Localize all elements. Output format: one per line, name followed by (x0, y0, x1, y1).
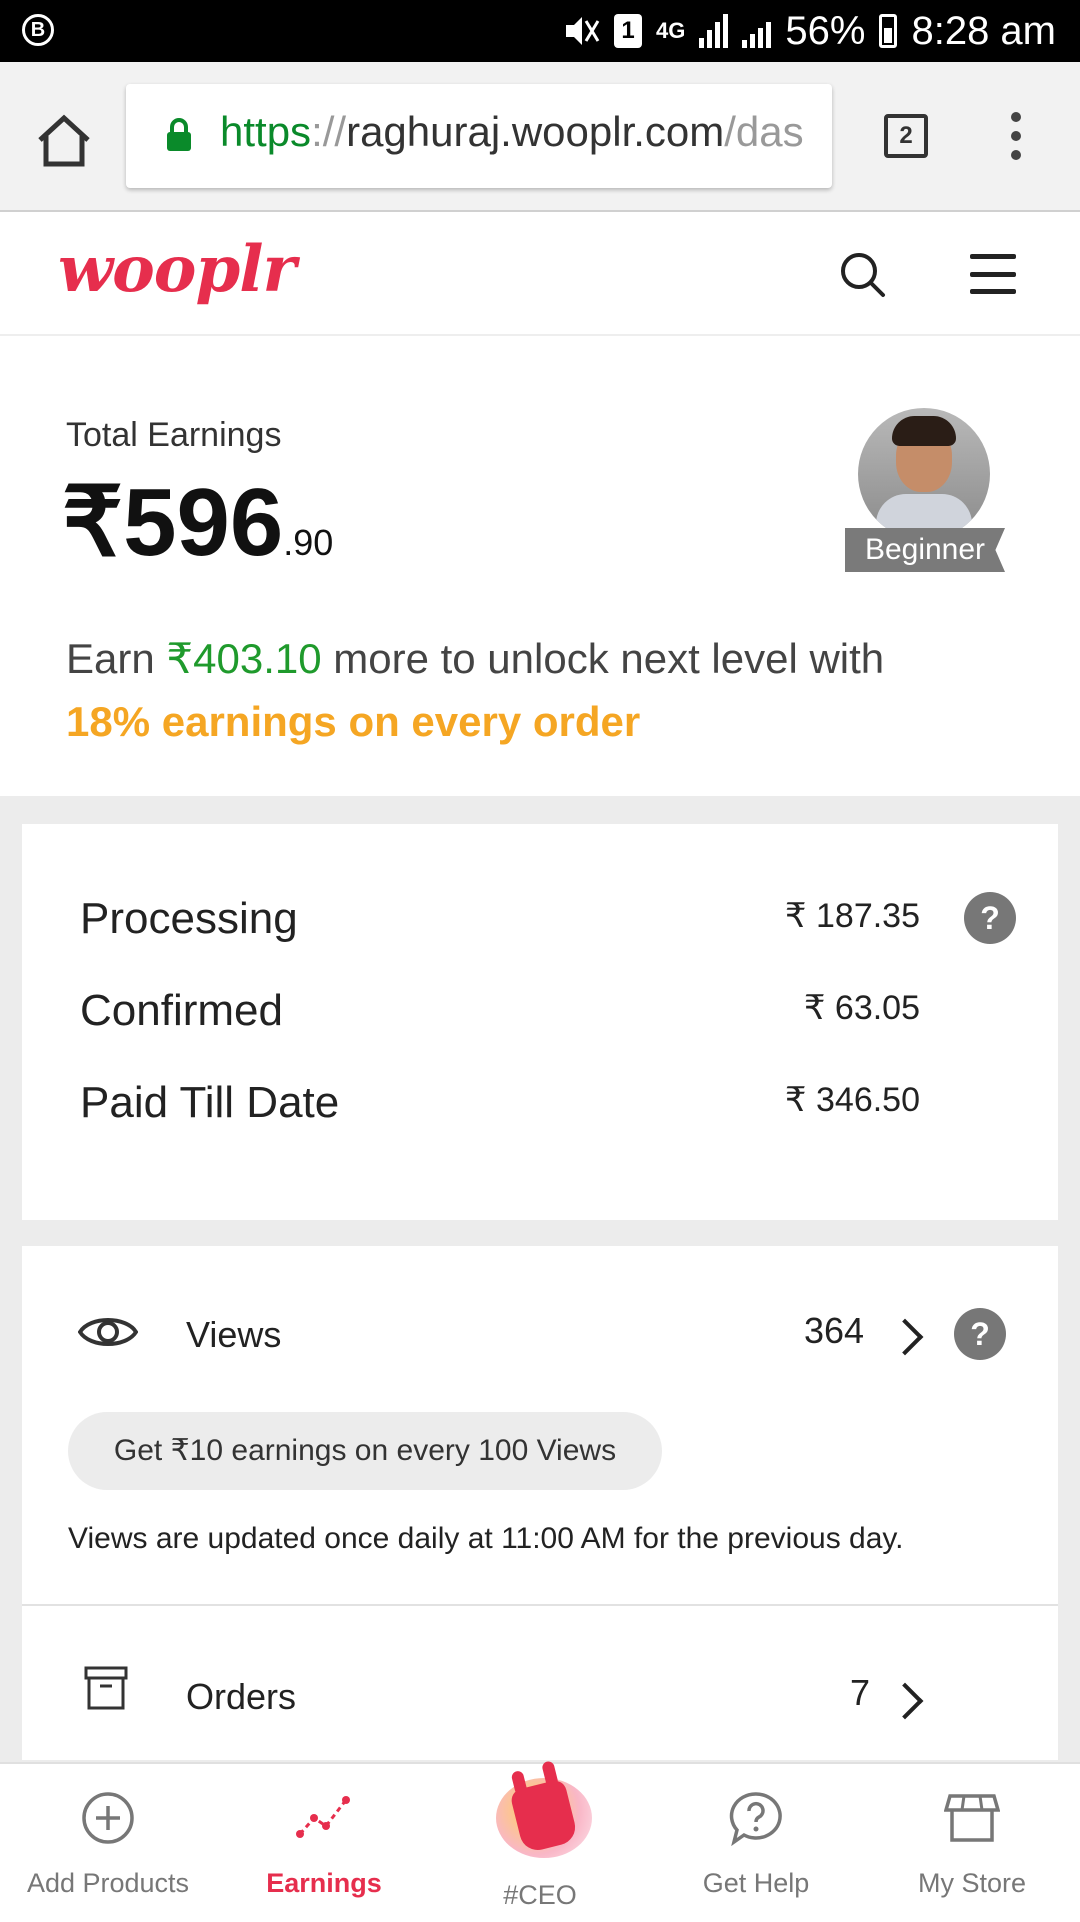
bottom-navigation: Add Products Earnings #CEO Get Help My S… (0, 1762, 1080, 1922)
orders-card[interactable]: Orders 7 (22, 1606, 1058, 1760)
overflow-menu-icon[interactable] (1010, 112, 1022, 160)
unlock-message: Earn ₹403.10 more to unlock next level w… (66, 635, 885, 682)
battery-icon (879, 14, 898, 48)
address-bar[interactable]: https://raghuraj.wooplr.com/das (126, 84, 832, 188)
views-promo-pill: Get ₹10 earnings on every 100 Views (68, 1412, 662, 1490)
notification-b-icon: B (22, 14, 54, 46)
nav-get-help-label: Get Help (702, 1868, 810, 1898)
unlock-benefit: 18% earnings on every order (66, 698, 641, 745)
nav-earnings-label: Earnings (266, 1868, 382, 1898)
nav-earnings[interactable]: Earnings (216, 1764, 432, 1922)
orders-chevron-right-icon[interactable] (886, 1682, 924, 1720)
trend-line-icon (296, 1796, 350, 1838)
nav-ceo-label: #CEO (503, 1880, 577, 1910)
wooplr-logo[interactable]: wooplr (58, 232, 296, 307)
views-label: Views (186, 1314, 282, 1355)
earnings-status-card: Processing ₹ 187.35 ? Confirmed ₹ 63.05 … (22, 824, 1058, 1220)
tab-switcher-button[interactable]: 2 (884, 114, 928, 158)
eye-icon (78, 1318, 138, 1346)
browser-toolbar: https://raghuraj.wooplr.com/das 2 (0, 62, 1080, 212)
status-icons: 1 4G 56% 8:28 am (560, 8, 1056, 54)
paid-till-date-label: Paid Till Date (80, 1078, 340, 1127)
signal-icon (699, 14, 729, 48)
plus-circle-icon (82, 1792, 134, 1844)
status-bar: B 1 4G 56% 8:28 am (0, 0, 1080, 62)
processing-help-icon[interactable]: ? (964, 892, 1016, 944)
nav-my-store[interactable]: My Store (864, 1764, 1080, 1922)
nav-my-store-label: My Store (917, 1868, 1027, 1898)
search-icon[interactable] (838, 250, 886, 298)
views-chevron-right-icon[interactable] (886, 1318, 924, 1356)
processing-label: Processing (80, 894, 298, 943)
views-help-icon[interactable]: ? (954, 1308, 1006, 1360)
orders-count: 7 (850, 1672, 871, 1713)
paid-till-date-value: ₹ 346.50 (784, 1081, 920, 1119)
nav-ceo[interactable]: #CEO (432, 1764, 648, 1922)
archive-box-icon (84, 1666, 128, 1710)
earnings-summary: Total Earnings ₹596.90 Beginner Earn ₹40… (0, 336, 1080, 796)
clock: 8:28 am (911, 8, 1056, 53)
signal-2-icon (742, 14, 772, 48)
processing-value: ₹ 187.35 (784, 897, 920, 935)
site-header: wooplr (0, 212, 1080, 336)
views-card[interactable]: Views 364 ? Get ₹10 earnings on every 10… (22, 1246, 1058, 1606)
question-bubble-icon (729, 1792, 782, 1846)
battery-percent: 56% (785, 8, 866, 53)
store-icon (944, 1794, 1000, 1842)
nav-add-products-label: Add Products (26, 1868, 190, 1898)
sim-icon: 1 (614, 14, 643, 48)
hamburger-menu-icon[interactable] (970, 254, 1016, 294)
mute-vibrate-icon (566, 17, 600, 45)
home-icon[interactable] (34, 112, 94, 168)
nav-get-help[interactable]: Get Help (648, 1764, 864, 1922)
lock-icon (167, 118, 191, 151)
avatar[interactable] (858, 408, 990, 540)
level-badge: Beginner (845, 528, 1005, 572)
nav-add-products[interactable]: Add Products (0, 1764, 216, 1922)
url-text[interactable]: https://raghuraj.wooplr.com/das (220, 108, 820, 156)
orders-label: Orders (186, 1676, 297, 1717)
network-type: 4G (656, 18, 686, 43)
total-earnings-amount: ₹596.90 (62, 469, 334, 576)
confirmed-value: ₹ 63.05 (803, 989, 920, 1027)
total-earnings-label: Total Earnings (66, 416, 282, 454)
views-update-note: Views are updated once daily at 11:00 AM… (68, 1522, 904, 1555)
confirmed-label: Confirmed (80, 986, 283, 1035)
views-count: 364 (804, 1310, 865, 1351)
unlock-amount: ₹403.10 (166, 635, 322, 682)
